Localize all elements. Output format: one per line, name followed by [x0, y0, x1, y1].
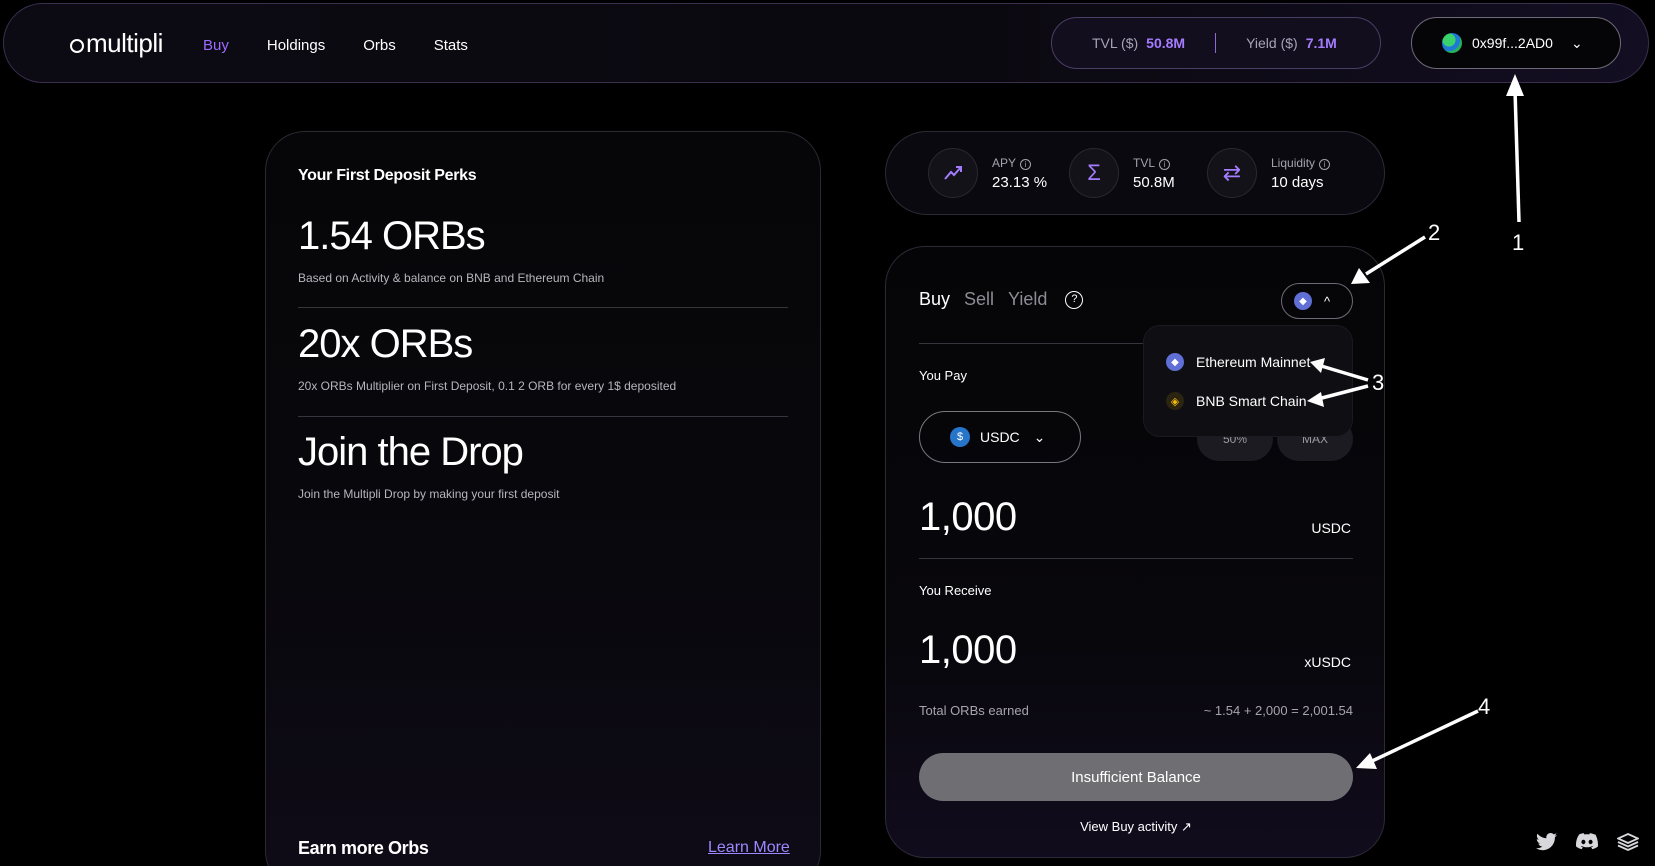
earn-more-title: Earn more Orbs [298, 838, 429, 858]
perk-heading: Join the Drop [298, 430, 524, 474]
main-nav: Buy Holdings Orbs Stats [203, 37, 506, 54]
metric-label: TVL [1133, 155, 1156, 170]
metric-apy: APY i 23.13 % [928, 148, 1047, 198]
learn-more-link[interactable]: Learn More [708, 839, 790, 857]
chain-option-ethereum[interactable]: ◆ Ethereum Mainnet [1166, 353, 1310, 371]
metric-tvl: Σ TVL i 50.8M [1069, 148, 1175, 198]
metric-value: 50.8M [1133, 173, 1175, 191]
help-icon[interactable]: ? [1065, 290, 1084, 309]
divider [298, 416, 788, 417]
chevron-up-icon: ^ [1324, 293, 1331, 309]
logo-text: multipli [86, 28, 163, 58]
annotation-number: 4 [1478, 694, 1491, 719]
trend-up-icon [928, 148, 978, 198]
sigma-icon: Σ [1069, 148, 1119, 198]
first-deposit-perks-card: Your First Deposit Perks 1.54 ORBs Based… [265, 131, 821, 866]
swap-arrows-icon: ⇄ [1207, 148, 1257, 198]
trade-tabs: Buy Sell Yield ? [919, 289, 1097, 310]
layers-icon[interactable] [1615, 833, 1641, 856]
multipli-logo[interactable]: multipli [70, 28, 163, 59]
discord-icon[interactable] [1575, 833, 1598, 856]
token-label: USDC [980, 429, 1020, 445]
metric-liquidity: ⇄ Liquidity i 10 days [1207, 148, 1331, 198]
receive-unit: xUSDC [1304, 654, 1351, 670]
perk-desc: 20x ORBs Multiplier on First Deposit, 0.… [298, 379, 677, 393]
ethereum-icon: ◆ [1294, 292, 1312, 310]
annotation-arrows [1307, 74, 1524, 769]
info-icon[interactable]: i [1159, 158, 1171, 170]
wallet-button[interactable]: 0x99f...2AD0 ⌄ [1411, 17, 1621, 69]
you-receive-label: You Receive [919, 583, 992, 598]
divider [919, 558, 1353, 559]
chevron-down-icon: ⌄ [1033, 428, 1046, 445]
perk-orbs: 1.54 ORBs Based on Activity & balance on… [298, 214, 788, 285]
chain-selector-button[interactable]: ◆ ^ [1281, 283, 1353, 319]
metric-label: Liquidity [1271, 155, 1316, 170]
top-navbar: multipli Buy Holdings Orbs Stats TVL ($)… [3, 3, 1649, 83]
pay-unit: USDC [1311, 520, 1351, 536]
metric-value: 10 days [1271, 173, 1324, 191]
wallet-address: 0x99f...2AD0 [1472, 35, 1553, 51]
tab-buy[interactable]: Buy [919, 289, 950, 310]
chain-option-label: Ethereum Mainnet [1196, 354, 1311, 370]
perk-desc: Join the Multipli Drop by making your fi… [298, 487, 560, 501]
perk-desc: Based on Activity & balance on BNB and E… [298, 271, 605, 285]
insufficient-balance-button[interactable]: Insufficient Balance [919, 753, 1353, 801]
info-icon[interactable]: i [1319, 158, 1331, 170]
orbs-earned-value: ~ 1.54 + 2,000 = 2,001.54 [1203, 703, 1353, 718]
bnb-icon: ◈ [1166, 392, 1184, 410]
orbs-earned-label: Total ORBs earned [919, 703, 1029, 718]
annotation-number: 3 [1372, 370, 1385, 395]
chevron-down-icon: ⌄ [1570, 34, 1583, 51]
header-yield-label: Yield ($) [1246, 35, 1298, 51]
chain-dropdown-menu: ◆ Ethereum Mainnet ◈ BNB Smart Chain [1144, 326, 1352, 436]
orbs-earned-row: Total ORBs earned ~ 1.54 + 2,000 = 2,001… [919, 703, 1353, 718]
nav-holdings[interactable]: Holdings [267, 37, 325, 54]
nav-buy[interactable]: Buy [203, 37, 229, 54]
chain-option-bnb[interactable]: ◈ BNB Smart Chain [1166, 392, 1306, 410]
annotation-number: 2 [1428, 220, 1441, 245]
nav-stats[interactable]: Stats [434, 37, 468, 54]
info-icon[interactable]: i [1020, 158, 1032, 170]
twitter-icon[interactable] [1536, 833, 1558, 856]
logo-mark-icon [70, 38, 84, 53]
stats-separator [1215, 33, 1217, 53]
token-select-button[interactable]: $ USDC ⌄ [919, 411, 1081, 463]
metric-label: APY [992, 155, 1017, 170]
receive-amount: 1,000 [919, 628, 1017, 672]
perk-heading: 20x ORBs [298, 322, 473, 366]
perks-title: Your First Deposit Perks [298, 167, 477, 184]
header-tvl-value: 50.8M [1146, 35, 1186, 51]
header-stats-pill: TVL ($) 50.8M Yield ($) 7.1M [1051, 17, 1381, 69]
ethereum-icon: ◆ [1166, 353, 1184, 371]
tab-sell[interactable]: Sell [964, 289, 994, 310]
view-buy-activity-link[interactable]: View Buy activity ↗ [886, 819, 1386, 835]
tab-yield[interactable]: Yield [1008, 289, 1047, 310]
nav-orbs[interactable]: Orbs [363, 37, 396, 54]
you-pay-label: You Pay [919, 368, 967, 383]
divider [298, 307, 788, 308]
annotation-number: 1 [1512, 230, 1525, 255]
metrics-card: APY i 23.13 % Σ TVL i 50.8M ⇄ Liquidity i 1… [885, 131, 1385, 215]
usdc-icon: $ [950, 427, 970, 447]
header-yield-value: 7.1M [1305, 35, 1337, 51]
metric-value: 23.13 % [992, 173, 1048, 191]
chain-option-label: BNB Smart Chain [1196, 393, 1307, 409]
header-tvl-label: TVL ($) [1092, 35, 1139, 51]
perk-multiplier: 20x ORBs 20x ORBs Multiplier on First De… [298, 322, 788, 393]
perk-heading: 1.54 ORBs [298, 214, 486, 258]
wallet-avatar [1442, 33, 1462, 53]
perk-drop: Join the Drop Join the Multipli Drop by … [298, 430, 788, 501]
pay-amount-input[interactable]: 1,000 [919, 495, 1017, 540]
